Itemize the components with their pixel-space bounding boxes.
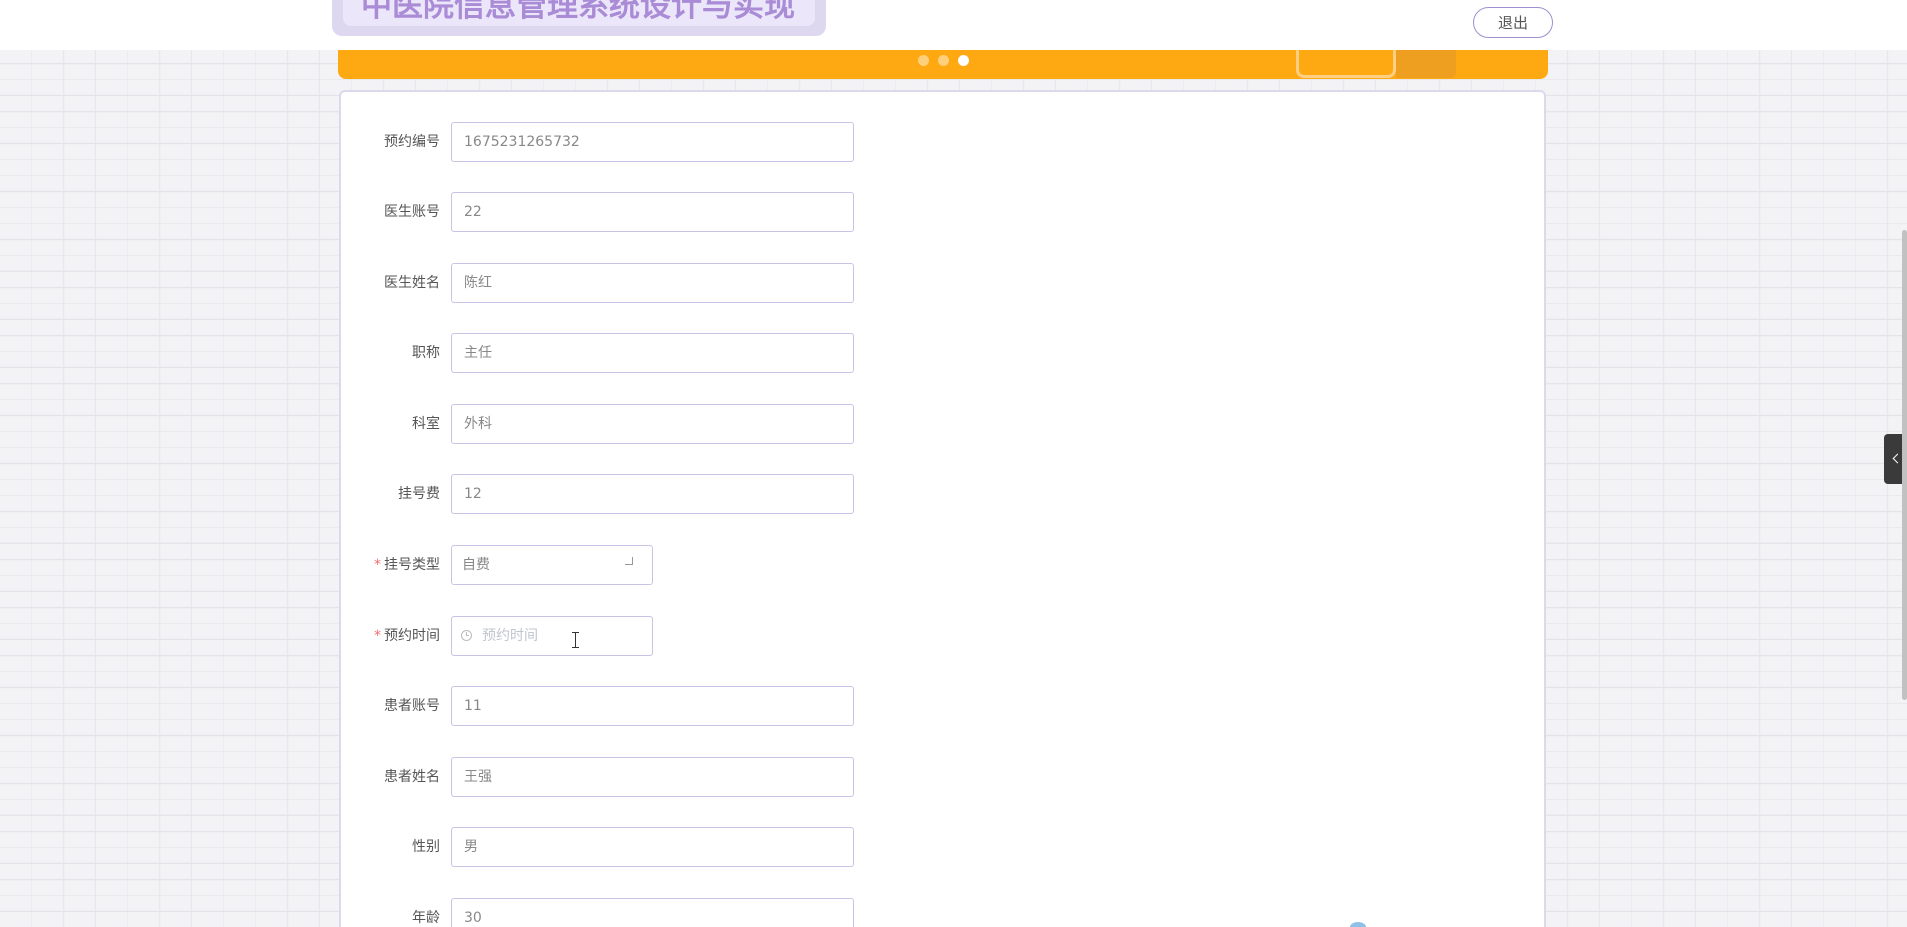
doctor-account-field[interactable]: 22	[451, 192, 854, 232]
floating-decoration	[1350, 922, 1366, 927]
registration-type-label: * 挂号类型	[360, 555, 440, 575]
required-mark: *	[374, 557, 381, 573]
carousel-dot-3[interactable]	[958, 55, 969, 66]
site-title: 中医院信息管理系统设计与实现	[343, 0, 815, 26]
chevron-down-icon	[625, 557, 633, 565]
title-label: 职称	[412, 345, 440, 361]
clock-icon	[461, 630, 472, 641]
gender-label: 性别	[412, 839, 440, 855]
appointment-time-picker[interactable]: 预约时间	[451, 616, 653, 656]
patient-account-label: 患者账号	[384, 698, 440, 714]
appointment-time-label-text: 预约时间	[384, 628, 440, 644]
patient-name-field[interactable]: 王强	[451, 757, 854, 797]
registration-fee-field[interactable]: 12	[451, 474, 854, 514]
title-field[interactable]: 主任	[451, 333, 854, 373]
department-label: 科室	[412, 416, 440, 432]
text-cursor-icon	[572, 632, 580, 648]
patient-name-label: 患者姓名	[384, 769, 440, 785]
registration-type-select[interactable]: 自费	[451, 545, 653, 585]
doctor-name-field[interactable]: 陈红	[451, 263, 854, 303]
gender-field[interactable]: 男	[451, 827, 854, 867]
banner-decoration	[1296, 50, 1396, 78]
patient-account-field[interactable]: 11	[451, 686, 854, 726]
appointment-no-label: 预约编号	[384, 134, 440, 150]
appointment-no-field[interactable]: 1675231265732	[451, 122, 854, 162]
age-label: 年龄	[412, 910, 440, 926]
logout-button[interactable]: 退出	[1473, 7, 1553, 38]
registration-type-label-text: 挂号类型	[384, 557, 440, 573]
carousel-dot-2[interactable]	[938, 55, 949, 66]
top-header	[0, 0, 1907, 50]
age-field[interactable]: 30	[451, 898, 854, 927]
appointment-time-label: * 预约时间	[360, 626, 440, 646]
required-mark: *	[374, 628, 381, 644]
department-field[interactable]: 外科	[451, 404, 854, 444]
banner-decoration-shape	[1396, 50, 1456, 78]
carousel-dot-1[interactable]	[918, 55, 929, 66]
page-scrollbar[interactable]	[1902, 230, 1907, 700]
doctor-account-label: 医生账号	[384, 204, 440, 220]
doctor-name-label: 医生姓名	[384, 275, 440, 291]
registration-fee-label: 挂号费	[398, 486, 440, 502]
